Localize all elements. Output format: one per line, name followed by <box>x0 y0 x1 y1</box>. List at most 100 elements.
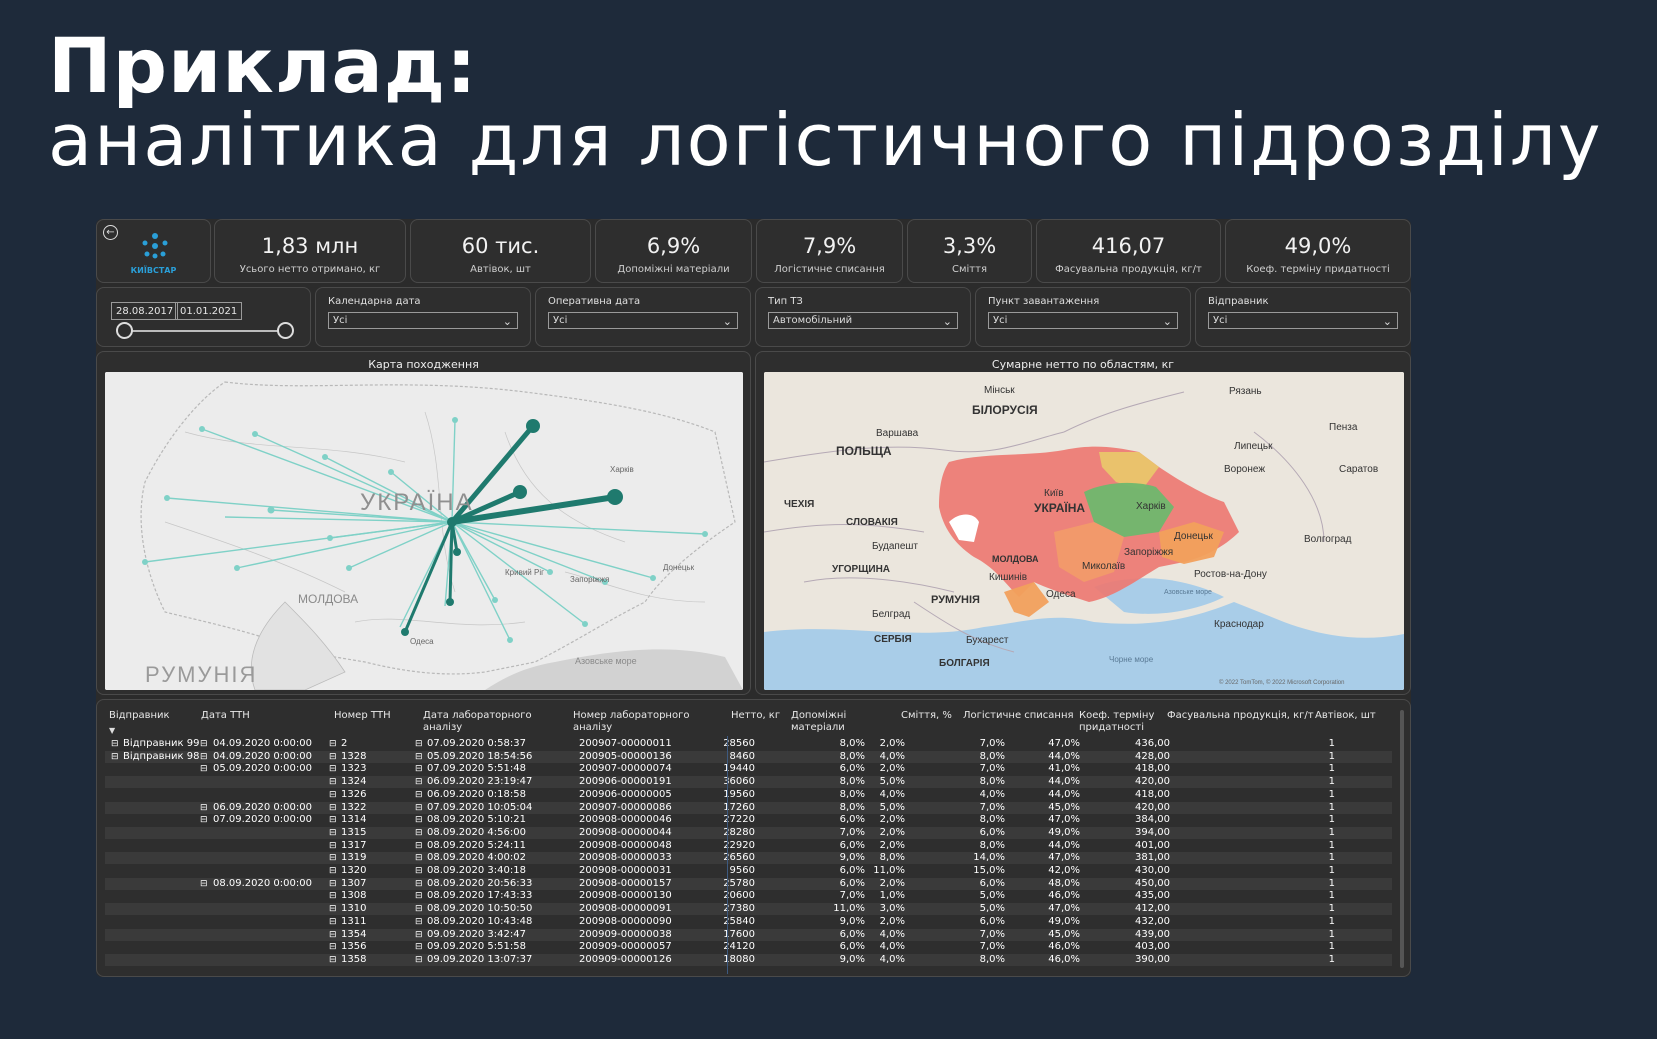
expand-row-icon[interactable]: ⊟ <box>415 776 423 788</box>
expand-row-icon[interactable]: ⊟ <box>329 789 337 801</box>
date-to-input[interactable]: 01.01.2021 <box>175 302 243 320</box>
expand-row-icon[interactable]: ⊟ <box>415 916 423 928</box>
expand-row-icon[interactable]: ⊟ <box>200 802 208 814</box>
expand-row-icon[interactable]: ⊟ <box>415 852 423 864</box>
table-row[interactable]: 1320 08.09.2020 3:40:18 200908-00000031 956… <box>105 865 1392 877</box>
map-label-azov: Азовське море <box>1164 589 1212 596</box>
expand-row-icon[interactable]: ⊟ <box>111 738 119 750</box>
expand-row-icon[interactable]: ⊟ <box>329 878 337 890</box>
column-header[interactable]: Коеф. терміну придатності <box>1079 710 1164 734</box>
table-row[interactable]: 08.09.2020 0:00:00 1307 08.09.2020 20:56:3… <box>105 877 1392 890</box>
date-slider-start-handle[interactable] <box>116 322 133 339</box>
slicer-dropdown[interactable]: Усі ⌄ <box>988 312 1178 329</box>
slicer-dropdown[interactable]: Усі ⌄ <box>328 312 518 329</box>
expand-row-icon[interactable]: ⊟ <box>415 789 423 801</box>
column-header[interactable]: Номер ТТН <box>334 710 414 722</box>
expand-row-icon[interactable]: ⊟ <box>329 840 337 852</box>
expand-row-icon[interactable]: ⊟ <box>415 738 423 750</box>
table-cell-log: 15,0% <box>973 865 1005 876</box>
expand-row-icon[interactable]: ⊟ <box>415 865 423 877</box>
origin-map[interactable]: УКРАЇНА МОЛДОВА РУМУНІЯ Азовське море Ха… <box>105 372 743 690</box>
column-header[interactable]: Номер лабораторного аналізу <box>573 710 728 734</box>
table-cell-trash: 2,0% <box>879 826 905 838</box>
expand-row-icon[interactable]: ⊟ <box>329 890 337 902</box>
expand-row-icon[interactable]: ⊟ <box>329 776 337 788</box>
map-label-moldova: МОЛДОВА <box>298 592 358 606</box>
table-row[interactable]: 1308 08.09.2020 17:43:33 200908-00000130 20… <box>105 890 1392 902</box>
table-row[interactable]: 1326 06.09.2020 0:18:58 200906-00000005 195… <box>105 789 1392 801</box>
back-arrow-icon[interactable]: ← <box>103 225 118 240</box>
slicer-title: Тип ТЗ <box>768 296 803 307</box>
table-row[interactable]: 07.09.2020 0:00:00 1314 08.09.2020 5:10:21… <box>105 814 1392 826</box>
expand-row-icon[interactable]: ⊟ <box>200 751 208 763</box>
expand-row-icon[interactable]: ⊟ <box>329 852 337 864</box>
table-row[interactable]: 1354 09.09.2020 3:42:47 200909-00000038 176… <box>105 928 1392 941</box>
expand-row-icon[interactable]: ⊟ <box>415 903 423 915</box>
column-header[interactable]: Автівок, шт <box>1315 710 1385 722</box>
column-header[interactable]: Логістичне списання <box>963 710 1078 722</box>
table-cell-lab-date: 09.09.2020 13:07:37 <box>427 953 533 965</box>
vertical-scrollbar[interactable] <box>1400 710 1404 968</box>
table-row[interactable]: 1358 09.09.2020 13:07:37 200909-00000126 18… <box>105 953 1392 966</box>
expand-row-icon[interactable]: ⊟ <box>329 903 337 915</box>
expand-row-icon[interactable]: ⊟ <box>415 751 423 763</box>
table-row[interactable]: 1319 08.09.2020 4:00:02 200908-00000033 265… <box>105 852 1392 865</box>
expand-row-icon[interactable]: ⊟ <box>415 954 423 966</box>
expand-row-icon[interactable]: ⊟ <box>200 878 208 890</box>
expand-row-icon[interactable]: ⊟ <box>415 840 423 852</box>
table-row[interactable]: 1310 08.09.2020 10:50:50 200908-00000091 27… <box>105 903 1392 916</box>
expand-row-icon[interactable]: ⊟ <box>329 865 337 877</box>
table-row[interactable]: 05.09.2020 0:00:00 1323 07.09.2020 5:51:48… <box>105 763 1392 775</box>
slicer-dropdown[interactable]: Усі ⌄ <box>548 312 738 329</box>
expand-row-icon[interactable]: ⊟ <box>415 814 423 826</box>
expand-row-icon[interactable]: ⊟ <box>415 929 423 941</box>
expand-row-icon[interactable]: ⊟ <box>329 941 337 953</box>
table-row[interactable]: 1324 06.09.2020 23:19:47 200906-00000191 36… <box>105 776 1392 789</box>
expand-row-icon[interactable]: ⊟ <box>415 763 423 775</box>
slicer-dropdown[interactable]: Усі ⌄ <box>1208 312 1398 329</box>
table-row[interactable]: 06.09.2020 0:00:00 1322 07.09.2020 10:05:0… <box>105 801 1392 814</box>
region-net-map[interactable]: БІЛОРУСІЯ ПОЛЬЩА УКРАЇНА ЧЕХІЯ СЛОВАКІЯ … <box>764 372 1404 690</box>
slicer-dropdown[interactable]: Автомобільний ⌄ <box>768 312 958 329</box>
expand-row-icon[interactable]: ⊟ <box>329 916 337 928</box>
expand-row-icon[interactable]: ⊟ <box>200 763 208 775</box>
expand-row-icon[interactable]: ⊟ <box>200 738 208 750</box>
column-header[interactable]: Нетто, кг <box>731 710 791 722</box>
table-cell-lab-no: 200907-00000086 <box>579 801 672 813</box>
table-cell-ttn: 1328 <box>341 750 367 762</box>
table-row[interactable]: Відправник 98 04.09.2020 0:00:00 1328 05.09… <box>105 750 1392 763</box>
column-header[interactable]: Дата ТТН <box>201 710 301 722</box>
column-header[interactable]: Відправник <box>109 710 189 722</box>
date-slider-end-handle[interactable] <box>277 322 294 339</box>
expand-row-icon[interactable]: ⊟ <box>329 802 337 814</box>
table-cell-trash: 2,0% <box>879 738 905 749</box>
expand-row-icon[interactable]: ⊟ <box>329 738 337 750</box>
column-header[interactable]: Сміття, % <box>901 710 961 722</box>
expand-row-icon[interactable]: ⊟ <box>111 751 119 763</box>
column-header[interactable]: Дата лабораторного аналізу <box>423 710 573 734</box>
expand-row-icon[interactable]: ⊟ <box>329 929 337 941</box>
expand-all-icon[interactable]: ▼ <box>109 726 115 735</box>
table-row[interactable]: 1311 08.09.2020 10:43:48 200908-00000090 25… <box>105 916 1392 928</box>
expand-row-icon[interactable]: ⊟ <box>329 827 337 839</box>
column-header[interactable]: Фасувальна продукція, кг/т <box>1167 710 1315 722</box>
expand-row-icon[interactable]: ⊟ <box>415 941 423 953</box>
expand-row-icon[interactable]: ⊟ <box>415 827 423 839</box>
map-label-saratov: Саратов <box>1339 464 1378 475</box>
expand-row-icon[interactable]: ⊟ <box>415 890 423 902</box>
table-row[interactable]: Відправник 99 04.09.2020 0:00:00 2 07.09.20… <box>105 738 1392 750</box>
expand-row-icon[interactable]: ⊟ <box>415 878 423 890</box>
expand-row-icon[interactable]: ⊟ <box>329 751 337 763</box>
expand-row-icon[interactable]: ⊟ <box>329 954 337 966</box>
expand-row-icon[interactable]: ⊟ <box>329 763 337 775</box>
column-header[interactable]: Допоміжні матеріали <box>791 710 901 734</box>
map-label-belarus: БІЛОРУСІЯ <box>972 403 1038 417</box>
expand-row-icon[interactable]: ⊟ <box>200 814 208 826</box>
date-from-input[interactable]: 28.08.2017 <box>111 302 179 320</box>
table-row[interactable]: 1356 09.09.2020 5:51:58 200909-00000057 241… <box>105 941 1392 953</box>
table-row[interactable]: 1315 08.09.2020 4:56:00 200908-00000044 282… <box>105 826 1392 839</box>
table-cell-log: 7,0% <box>979 738 1005 749</box>
expand-row-icon[interactable]: ⊟ <box>329 814 337 826</box>
expand-row-icon[interactable]: ⊟ <box>415 802 423 814</box>
table-row[interactable]: 1317 08.09.2020 5:24:11 200908-00000048 229… <box>105 840 1392 852</box>
